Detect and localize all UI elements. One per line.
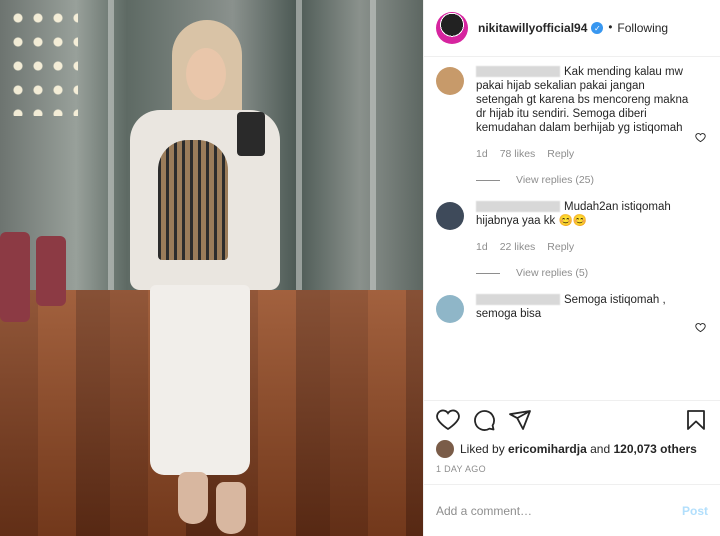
comment-likes[interactable]: 22 likes bbox=[500, 241, 536, 253]
bench bbox=[36, 236, 66, 306]
username[interactable]: nikitawillyofficial94 bbox=[478, 21, 587, 35]
blurred-username bbox=[476, 66, 560, 78]
divider-line bbox=[476, 272, 500, 274]
following-button[interactable]: Following bbox=[617, 21, 668, 35]
post-age[interactable]: 1 DAY AGO bbox=[424, 460, 720, 478]
likes-others[interactable]: 120,073 others bbox=[613, 442, 696, 456]
face bbox=[186, 48, 226, 100]
like-heart-icon[interactable] bbox=[436, 408, 460, 432]
likes-and: and bbox=[590, 442, 611, 456]
bench bbox=[0, 232, 30, 322]
post-header: nikitawillyofficial94 ✓ • Following bbox=[424, 0, 720, 57]
avatar[interactable] bbox=[436, 12, 468, 44]
commenter-avatar[interactable] bbox=[436, 202, 464, 230]
sweater-print bbox=[158, 140, 228, 260]
comment-item: Semoga istiqomah , semoga bisa bbox=[436, 293, 708, 323]
shoe bbox=[216, 482, 246, 534]
commenter-avatar[interactable] bbox=[436, 67, 464, 95]
comment-input[interactable] bbox=[436, 503, 682, 518]
blurred-username bbox=[476, 201, 560, 213]
liker-avatar[interactable] bbox=[436, 440, 454, 458]
comment-item: Kak mending kalau mw pakai hijab sekalia… bbox=[436, 65, 708, 160]
bookmark-icon[interactable] bbox=[684, 408, 708, 432]
liker-username[interactable]: ericomihardja bbox=[508, 442, 587, 456]
heart-icon[interactable] bbox=[695, 322, 706, 333]
post-button[interactable]: Post bbox=[682, 504, 708, 518]
post-sidebar: nikitawillyofficial94 ✓ • Following Kak … bbox=[423, 0, 720, 536]
separator: • bbox=[608, 22, 613, 34]
post-photo[interactable] bbox=[0, 0, 423, 536]
reply-button[interactable]: Reply bbox=[547, 241, 574, 253]
share-icon[interactable] bbox=[508, 408, 532, 432]
vanity-lights bbox=[8, 6, 78, 116]
comment-age: 1d bbox=[476, 148, 488, 160]
comments-list[interactable]: Kak mending kalau mw pakai hijab sekalia… bbox=[424, 57, 720, 400]
comment-age: 1d bbox=[476, 241, 488, 253]
view-replies-button[interactable]: View replies (25) bbox=[476, 174, 708, 186]
likes-summary: Liked by ericomihardja and 120,073 other… bbox=[424, 438, 720, 460]
view-replies-button[interactable]: View replies (5) bbox=[476, 267, 708, 279]
phone bbox=[237, 112, 265, 156]
verified-icon: ✓ bbox=[591, 22, 604, 34]
reply-button[interactable]: Reply bbox=[547, 148, 574, 160]
heart-icon[interactable] bbox=[695, 132, 706, 143]
comment-likes[interactable]: 78 likes bbox=[500, 148, 536, 160]
shoe bbox=[178, 472, 208, 524]
view-replies-label: View replies (25) bbox=[516, 174, 595, 186]
view-replies-label: View replies (5) bbox=[516, 267, 589, 279]
commenter-avatar[interactable] bbox=[436, 295, 464, 323]
action-bar bbox=[424, 400, 720, 438]
liked-by-prefix: Liked by bbox=[460, 442, 505, 456]
blurred-username bbox=[476, 294, 560, 306]
person bbox=[120, 20, 280, 536]
add-comment-bar: Post bbox=[424, 484, 720, 536]
comment-item: Mudah2an istiqomah hijabnya yaa kk 😊😊 1d… bbox=[436, 200, 708, 333]
divider-line bbox=[476, 179, 500, 181]
skirt bbox=[150, 285, 250, 475]
comment-icon[interactable] bbox=[472, 408, 496, 432]
